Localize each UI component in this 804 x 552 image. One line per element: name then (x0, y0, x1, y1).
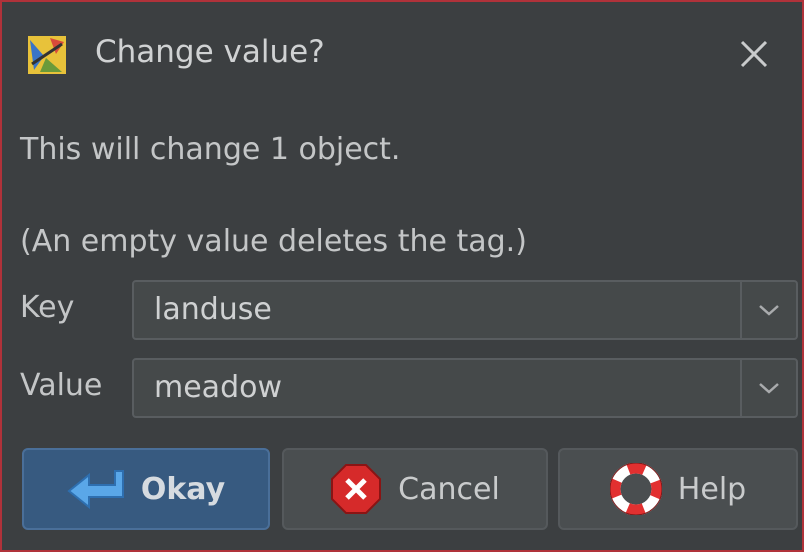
close-icon (740, 40, 768, 68)
change-message: This will change 1 object. (20, 132, 401, 167)
close-button[interactable] (730, 30, 778, 78)
okay-arrow-icon (67, 470, 124, 510)
cancel-x-icon (331, 464, 382, 514)
key-combobox[interactable]: landuse (132, 280, 798, 340)
empty-value-hint: (An empty value deletes the tag.) (20, 224, 527, 259)
change-value-dialog: Change value? This will change 1 object.… (0, 0, 804, 552)
lifebuoy-help-icon (609, 463, 662, 515)
key-label: Key (20, 290, 75, 325)
key-dropdown-button[interactable] (740, 282, 796, 338)
chevron-down-icon (759, 383, 779, 394)
cancel-button[interactable]: Cancel (282, 448, 548, 530)
help-label: Help (677, 471, 747, 507)
chevron-down-icon (759, 305, 779, 316)
title-bar: Change value? (2, 2, 802, 102)
okay-button[interactable]: Okay (22, 448, 270, 530)
help-button[interactable]: Help (558, 448, 798, 530)
value-dropdown-button[interactable] (740, 360, 796, 416)
app-icon (26, 34, 68, 76)
dialog-title: Change value? (95, 34, 325, 70)
cancel-label: Cancel (398, 471, 500, 507)
value-input[interactable]: meadow (154, 370, 282, 405)
value-combobox[interactable]: meadow (132, 358, 798, 418)
okay-label: Okay (140, 471, 226, 507)
key-input[interactable]: landuse (154, 292, 272, 327)
value-label: Value (20, 368, 103, 403)
